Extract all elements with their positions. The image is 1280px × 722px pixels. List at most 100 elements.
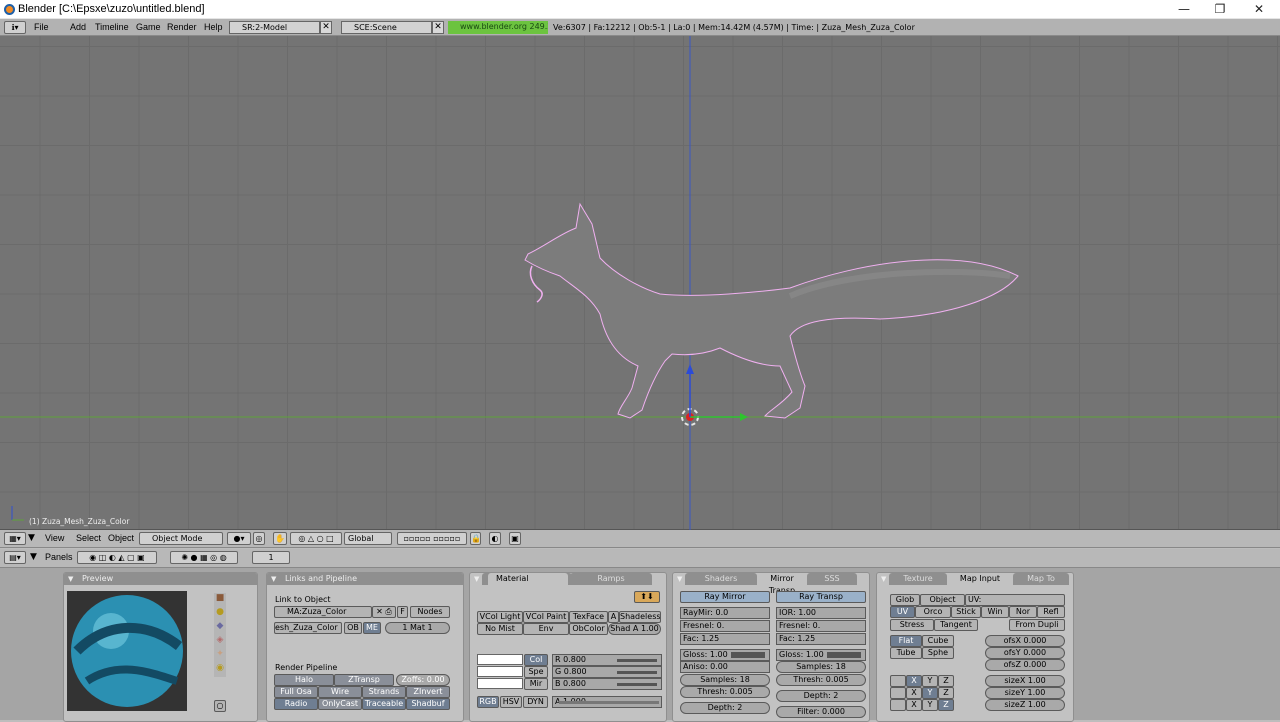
me-button[interactable]: ME <box>363 622 381 634</box>
map-z-row3-x[interactable]: X <box>906 699 922 711</box>
full-osa-toggle[interactable]: Full Osa <box>274 686 318 698</box>
screen-selector[interactable]: SR:2-Model <box>229 21 320 34</box>
collapse-arrow-icon[interactable]: ▼ <box>28 533 35 543</box>
b-slider[interactable]: B 0.800 <box>552 678 662 690</box>
shad-a-field[interactable]: Shad A 1.00 <box>608 623 661 635</box>
draw-type-icon[interactable]: ●▾ <box>227 532 251 545</box>
grab-icon[interactable]: ✋ <box>273 532 287 545</box>
col-button[interactable]: Col <box>524 654 548 666</box>
ofsx-field[interactable]: ofsX 0.000 <box>985 635 1065 647</box>
dyn-toggle[interactable]: DYN <box>523 696 548 708</box>
mir-samples-field[interactable]: Samples: 18 <box>680 674 770 686</box>
map-y-row2-empty[interactable] <box>890 687 906 699</box>
map-y-row2-x[interactable]: X <box>906 687 922 699</box>
tab-texture[interactable]: Texture <box>889 573 947 585</box>
render-icon[interactable]: ◐ <box>489 532 501 545</box>
camera-icon[interactable]: ▣ <box>509 532 521 545</box>
menu-select[interactable]: Select <box>76 533 101 543</box>
spe-button[interactable]: Spe <box>524 666 548 678</box>
sizey-field[interactable]: sizeY 1.00 <box>985 687 1065 699</box>
fake-user-button[interactable]: F <box>397 606 408 618</box>
lock-icon[interactable]: 🔒 <box>470 532 481 545</box>
fox-mesh[interactable] <box>524 202 1019 419</box>
sphe-toggle[interactable]: Sphe <box>922 647 954 659</box>
sizex-field[interactable]: sizeX 1.00 <box>985 675 1065 687</box>
mesh-name-field[interactable]: esh_Zuza_Color <box>274 622 342 634</box>
tab-mirror-transp[interactable]: Mirror Transp <box>757 573 807 595</box>
menu-file[interactable]: File <box>34 22 49 32</box>
ray-transp-toggle[interactable]: Ray Transp <box>776 591 866 603</box>
orco-toggle[interactable]: Orco <box>915 606 951 618</box>
subcontext-icons[interactable]: ✺ ● ▦ ◎ ◍ <box>170 551 238 564</box>
scene-selector[interactable]: SCE:Scene <box>341 21 432 34</box>
ior-slider[interactable]: IOR: 1.00 <box>776 607 866 619</box>
stress-toggle[interactable]: Stress <box>890 619 934 631</box>
object-toggle[interactable]: Object <box>920 594 965 606</box>
object-origin-icon[interactable] <box>681 364 748 426</box>
r-slider[interactable]: R 0.800 <box>552 654 662 666</box>
3d-viewport[interactable]: (1) Zuza_Mesh_Zuza_Color <box>0 36 1280 530</box>
map-x-row1-z[interactable]: Z <box>938 675 954 687</box>
cube-toggle[interactable]: Cube <box>922 635 954 647</box>
hsv-toggle[interactable]: HSV <box>500 696 522 708</box>
wire-toggle[interactable]: Wire <box>318 686 362 698</box>
map-z-row3-z[interactable]: Z <box>938 699 954 711</box>
mir-gloss-slider[interactable]: Gloss: 1.00 <box>680 649 770 661</box>
map-y-row2-y[interactable]: Y <box>922 687 938 699</box>
strands-toggle[interactable]: Strands <box>362 686 406 698</box>
refl-toggle[interactable]: Refl <box>1037 606 1065 618</box>
material-name-field[interactable]: MA:Zuza_Color <box>274 606 372 618</box>
tra-depth-field[interactable]: Depth: 2 <box>776 690 866 702</box>
tra-fac-slider[interactable]: Fac: 1.25 <box>776 633 866 645</box>
shadeless-toggle[interactable]: Shadeless <box>619 611 661 623</box>
mir-depth-field[interactable]: Depth: 2 <box>680 702 770 714</box>
menu-view[interactable]: View <box>45 533 64 543</box>
tra-gloss-slider[interactable]: Gloss: 1.00 <box>776 649 866 661</box>
ob-button[interactable]: OB <box>344 622 362 634</box>
rgb-toggle[interactable]: RGB <box>477 696 499 708</box>
collapse-arrow-icon[interactable]: ▼ <box>30 552 37 562</box>
a-toggle[interactable]: A <box>608 611 619 623</box>
aniso-slider[interactable]: Aniso: 0.00 <box>680 661 770 673</box>
no-mist-toggle[interactable]: No Mist <box>477 623 523 635</box>
frame-field[interactable]: 1 <box>252 551 290 564</box>
editor-type-icon[interactable]: ▦▾ <box>4 532 26 545</box>
uv-layer-field[interactable]: UV: <box>965 594 1065 606</box>
vcol-paint-toggle[interactable]: VCol Paint <box>523 611 569 623</box>
tube-toggle[interactable]: Tube <box>890 647 922 659</box>
nor-toggle[interactable]: Nor <box>1009 606 1037 618</box>
minimize-button[interactable]: — <box>1165 0 1203 19</box>
preview-type-icons[interactable]: ■ ● ◆ ◈ ✦ ◉ <box>214 593 226 677</box>
mir-thresh-field[interactable]: Thresh: 0.005 <box>680 686 770 698</box>
from-dupli-toggle[interactable]: From Dupli <box>1009 619 1065 631</box>
close-button[interactable]: ✕ <box>1240 0 1278 19</box>
map-z-row3-y[interactable]: Y <box>922 699 938 711</box>
material-icons[interactable]: ✕ ⎙ <box>372 606 396 618</box>
tab-map-to[interactable]: Map To <box>1013 573 1069 585</box>
radio-toggle[interactable]: Radio <box>274 698 318 710</box>
mode-dropdown[interactable]: Object Mode <box>139 532 223 545</box>
delete-screen-icon[interactable]: ✕ <box>320 21 332 34</box>
stick-toggle[interactable]: Stick <box>951 606 981 618</box>
website-link[interactable]: www.blender.org 249.2 <box>448 21 548 34</box>
col-swatch[interactable] <box>477 654 523 665</box>
tab-sss[interactable]: SSS <box>807 573 857 585</box>
tab-ramps[interactable]: Ramps <box>570 573 652 585</box>
copy-paste-icons[interactable]: ⬆⬇ <box>634 591 660 603</box>
alpha-slider[interactable]: A 1.000 <box>552 696 662 708</box>
win-toggle[interactable]: Win <box>981 606 1009 618</box>
menu-timeline[interactable]: Timeline <box>95 22 129 32</box>
maximize-button[interactable]: ❐ <box>1201 0 1239 19</box>
shadbuf-toggle[interactable]: Shadbuf <box>406 698 450 710</box>
menu-help[interactable]: Help <box>204 22 223 32</box>
tra-samples-field[interactable]: Samples: 18 <box>776 661 866 673</box>
raymir-slider[interactable]: RayMir: 0.0 <box>680 607 770 619</box>
manipulator-icons[interactable]: ◎ △ ○ □ <box>290 532 342 545</box>
mir-fresnel-slider[interactable]: Fresnel: 0. <box>680 620 770 632</box>
env-toggle[interactable]: Env <box>523 623 569 635</box>
ray-mirror-toggle[interactable]: Ray Mirror <box>680 591 770 603</box>
filter-field[interactable]: Filter: 0.000 <box>776 706 866 718</box>
pivot-icon[interactable]: ◎ <box>253 532 265 545</box>
map-x-row1-empty[interactable] <box>890 675 906 687</box>
orientation-dropdown[interactable]: Global <box>344 532 392 545</box>
